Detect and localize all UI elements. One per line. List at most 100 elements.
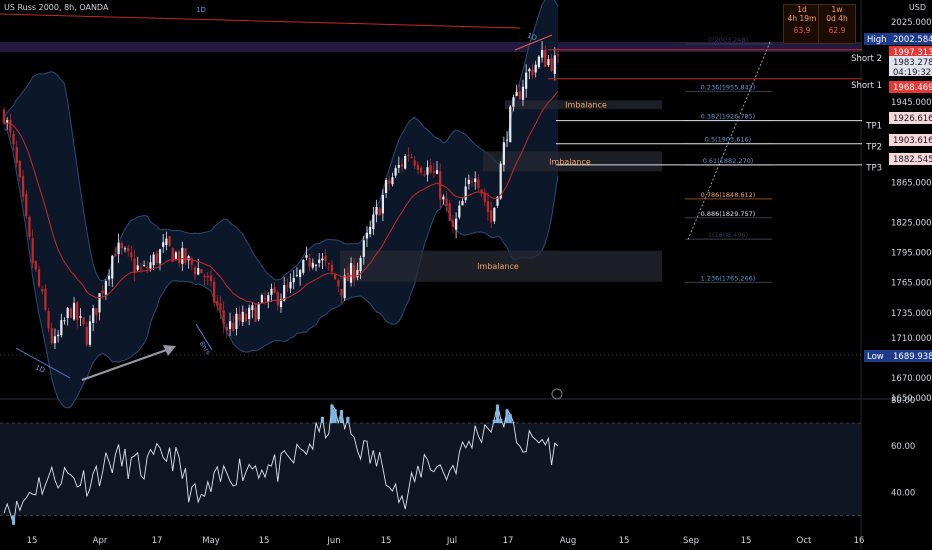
candle-body xyxy=(493,207,496,222)
price-tag-value: 1968.469 xyxy=(893,83,932,93)
candle-body xyxy=(458,205,461,218)
candle-body xyxy=(483,192,486,202)
candle-body xyxy=(311,262,314,268)
candle-body xyxy=(66,308,69,319)
candle-body xyxy=(537,56,541,68)
price-tag-value: 1926.616 xyxy=(893,114,932,124)
candle-body xyxy=(490,210,493,223)
stat-box-1d: 1d 4h 19m 63.9 xyxy=(783,4,821,44)
candle-body xyxy=(400,164,404,167)
candle-body xyxy=(426,167,429,175)
candle-body xyxy=(18,161,22,178)
candle-body xyxy=(241,311,244,323)
candle-body xyxy=(85,327,88,345)
candle-body xyxy=(470,181,474,183)
chart-canvas[interactable]: ImbalanceImbalanceImbalance 0(2003.248)0… xyxy=(0,0,932,550)
fib-level-label: 0.786(1848.612) xyxy=(701,191,756,199)
candle-body xyxy=(41,288,44,292)
candle-body xyxy=(318,259,321,263)
time-tick-label: 15 xyxy=(619,536,630,546)
candle-body xyxy=(292,277,295,283)
candle-body xyxy=(111,255,114,279)
candle-body xyxy=(553,55,556,74)
candle-body xyxy=(404,155,407,169)
fib-level-label: 0.61(1882.270) xyxy=(703,157,754,165)
candle-body xyxy=(327,262,330,265)
candle-body xyxy=(314,264,318,266)
candle-body xyxy=(394,168,397,176)
candle-body xyxy=(474,178,477,183)
candle-body xyxy=(50,328,53,344)
candle-body xyxy=(544,50,547,67)
candle-body xyxy=(107,275,111,280)
symbol-title[interactable]: US Russ 2000, 8h, OANDA xyxy=(4,3,108,12)
candle-body xyxy=(120,243,123,249)
candle-body xyxy=(343,275,346,299)
candle-body xyxy=(432,171,435,173)
candle-body xyxy=(222,310,225,325)
candle-body xyxy=(448,203,451,221)
candle-body xyxy=(181,247,184,264)
candle-body xyxy=(200,269,203,274)
time-tick-label: Sep xyxy=(683,536,699,546)
candle-body xyxy=(34,260,37,270)
candle-body xyxy=(270,288,273,295)
candle-body xyxy=(337,280,340,287)
candle-body xyxy=(416,164,420,170)
candle-body xyxy=(464,186,467,201)
candle-body xyxy=(451,220,455,227)
currency-label[interactable]: USD xyxy=(909,3,926,12)
candle-body xyxy=(407,155,410,157)
price-tag-prefix: Low xyxy=(867,352,884,362)
candle-body xyxy=(2,109,6,124)
time-tick-label: 15 xyxy=(259,536,270,546)
candle-body xyxy=(44,288,47,310)
candle-body xyxy=(547,59,550,66)
price-tick-label: 1735.000 xyxy=(891,309,932,319)
candle-body xyxy=(359,258,362,272)
imbalance-label: Imbalance xyxy=(565,101,607,110)
price-tag-value: 1689.938 xyxy=(893,352,932,362)
candle-body xyxy=(165,238,168,246)
candle-body xyxy=(442,196,445,200)
candle-body xyxy=(88,321,92,345)
stat-box-1d-value: 63.9 xyxy=(793,26,811,35)
candle-body xyxy=(206,275,209,278)
price-tick-label: 2025.000 xyxy=(891,18,932,28)
candle-body xyxy=(82,317,85,325)
candle-body xyxy=(556,54,560,56)
candle-body xyxy=(429,165,432,173)
candle-body xyxy=(12,134,15,145)
candle-body xyxy=(238,314,241,321)
candle-body xyxy=(477,179,480,189)
stat-box-1w-value: 62.9 xyxy=(828,26,846,35)
candle-body xyxy=(340,289,343,296)
candle-body xyxy=(257,303,260,320)
fib-level-label: 1(1808.496) xyxy=(708,231,748,239)
candle-body xyxy=(369,226,372,235)
candle-body xyxy=(461,201,464,206)
candle-body xyxy=(308,258,311,267)
candle-body xyxy=(53,336,57,344)
time-tick-label: Jul xyxy=(446,536,457,546)
price-tag-countdown: 04:19:32 xyxy=(893,68,931,78)
time-tick-label: Aug xyxy=(560,536,577,546)
candle-body xyxy=(203,275,206,278)
candle-body xyxy=(130,252,133,258)
time-tick-label: Jun xyxy=(326,536,340,546)
candle-body xyxy=(254,307,257,322)
candle-body xyxy=(534,64,537,73)
stat-box-1w: 1w 0d 4h 62.9 xyxy=(818,4,856,44)
candle-body xyxy=(162,242,165,247)
candle-body xyxy=(104,281,107,295)
price-tick-label: 1865.000 xyxy=(891,178,932,188)
candle-body xyxy=(410,157,413,159)
side-label: Short 1 xyxy=(851,81,882,91)
price-tick-label: 1825.000 xyxy=(891,219,932,229)
rsi-tick-label: 80.00 xyxy=(891,396,915,406)
stat-box-1d-line1: 1d xyxy=(797,5,807,14)
candle-body xyxy=(455,218,458,230)
candle-body xyxy=(486,200,490,213)
price-tick-label: 1795.000 xyxy=(891,249,932,259)
candle-body xyxy=(15,146,18,163)
